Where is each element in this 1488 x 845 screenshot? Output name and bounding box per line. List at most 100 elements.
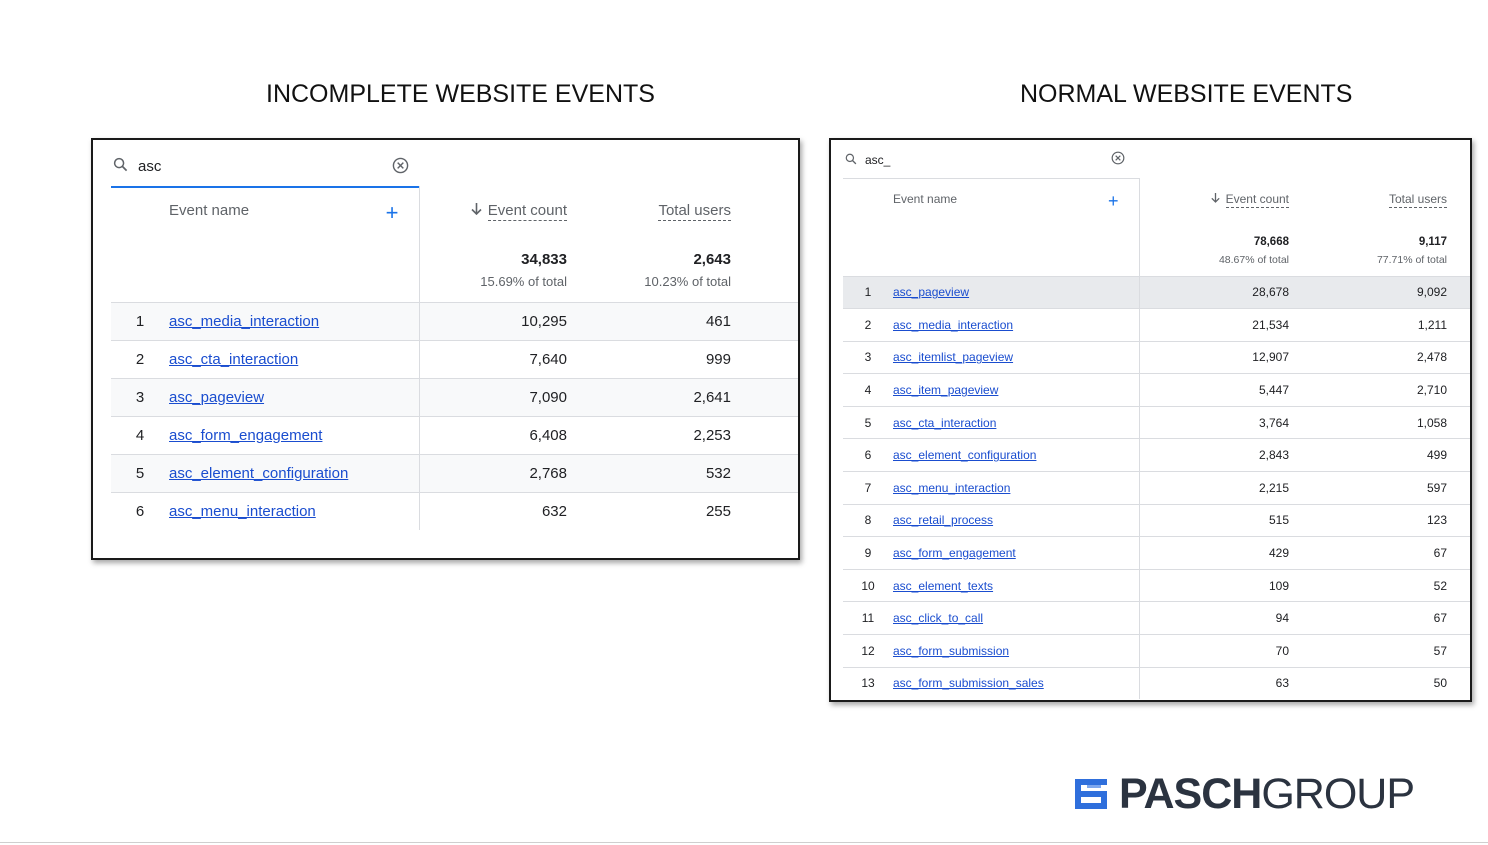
table-row: 3 asc_pageview 7,090 2,641 [111, 377, 798, 416]
row-index: 4 [111, 415, 169, 454]
total-users-value: 9,092 [1289, 275, 1447, 309]
event-name-link[interactable]: asc_form_engagement [893, 546, 1016, 560]
row-spacer [1447, 373, 1470, 407]
table-row: 12 asc_form_submission 70 57 [843, 634, 1470, 668]
event-name-cell: asc_pageview [893, 275, 1140, 309]
event-name-link[interactable]: asc_pageview [893, 285, 969, 299]
table-row: 2 asc_cta_interaction 7,640 999 [111, 339, 798, 378]
row-spacer [1447, 471, 1470, 505]
event-name-link[interactable]: asc_element_texts [893, 579, 993, 593]
plus-icon[interactable]: + [1108, 192, 1119, 210]
total-users-value: 461 [567, 301, 731, 340]
event-name-label: Event name [169, 202, 250, 219]
event-count-value: 21,534 [1139, 308, 1289, 342]
event-name-cell: asc_itemlist_pageview [893, 340, 1140, 374]
event-name-link[interactable]: asc_menu_interaction [893, 481, 1010, 495]
event-name-link[interactable]: asc_cta_interaction [893, 416, 996, 430]
event-name-link[interactable]: asc_click_to_call [893, 611, 983, 625]
logo-text-bold: PASCH [1119, 769, 1262, 818]
total-users-value: 2,253 [567, 415, 731, 454]
paschgroup-logo-mark [1073, 776, 1109, 812]
row-index: 12 [843, 634, 893, 668]
event-name-cell: asc_menu_interaction [893, 471, 1140, 505]
event-name-cell: asc_menu_interaction [169, 491, 420, 530]
event-name-link[interactable]: asc_form_submission [893, 644, 1009, 658]
clear-circle-icon[interactable] [1111, 151, 1125, 169]
event-count-value: 2,215 [1139, 471, 1289, 505]
event-name-link[interactable]: asc_form_engagement [169, 427, 322, 444]
clear-circle-icon[interactable] [392, 157, 409, 179]
search-icon [845, 153, 857, 168]
row-spacer [731, 453, 798, 492]
table-row: 10 asc_element_texts 109 52 [843, 568, 1470, 602]
event-name-link[interactable]: asc_item_pageview [893, 383, 998, 397]
event-name-cell: asc_item_pageview [893, 373, 1140, 407]
table-row: 4 asc_form_engagement 6,408 2,253 [111, 415, 798, 454]
total-users-value: 255 [567, 491, 731, 530]
col-header-event-count[interactable]: Event count 78,668 48.67% of total [1139, 178, 1289, 276]
search-field[interactable]: asc [111, 146, 419, 188]
row-spacer [1447, 601, 1470, 635]
table-row: 2 asc_media_interaction 21,534 1,211 [843, 308, 1470, 342]
event-count-value: 12,907 [1139, 340, 1289, 374]
total-users-value: 52 [1289, 568, 1447, 602]
plus-icon[interactable]: + [386, 202, 399, 224]
event-name-cell: asc_element_configuration [893, 438, 1140, 472]
arrow-down-icon [471, 202, 482, 219]
event-name-link[interactable]: asc_retail_process [893, 513, 993, 527]
col-header-event-name: Event name + [893, 178, 1140, 276]
event-name-link[interactable]: asc_cta_interaction [169, 351, 298, 368]
search-icon [113, 157, 128, 176]
event-name-link[interactable]: asc_menu_interaction [169, 503, 316, 520]
row-spacer [731, 491, 798, 530]
event-count-value: 429 [1139, 536, 1289, 570]
event-name-link[interactable]: asc_element_configuration [169, 465, 348, 482]
paschgroup-logo: PASCHGROUP [1073, 769, 1415, 818]
col-header-event-count[interactable]: Event count 34,833 15.69% of total [419, 186, 567, 302]
bottom-divider [0, 842, 1488, 843]
total-event-count: 78,668 [1253, 236, 1289, 248]
event-count-value: 109 [1139, 568, 1289, 602]
col-header-total-users[interactable]: Total users 9,117 77.71% of total [1289, 178, 1447, 276]
event-name-link[interactable]: asc_itemlist_pageview [893, 350, 1013, 364]
col-header-total-users[interactable]: Total users 2,643 10.23% of total [567, 186, 731, 302]
table-row: 11 asc_click_to_call 94 67 [843, 601, 1470, 635]
search-field[interactable]: asc_ [843, 142, 1139, 179]
event-count-value: 7,640 [419, 339, 567, 378]
row-spacer [1447, 536, 1470, 570]
row-index: 1 [111, 301, 169, 340]
event-name-link[interactable]: asc_element_configuration [893, 448, 1036, 462]
table-row: 1 asc_media_interaction 10,295 461 [111, 301, 798, 340]
events-table: Event name + Event count 78,668 48.67% o… [843, 178, 1470, 700]
event-name-cell: asc_pageview [169, 377, 420, 416]
row-spacer [1447, 275, 1470, 309]
search-input[interactable]: asc [138, 158, 161, 175]
normal-events-heading: NORMAL WEBSITE EVENTS [1020, 80, 1353, 108]
event-name-link[interactable]: asc_form_submission_sales [893, 676, 1044, 690]
total-users-value: 1,058 [1289, 405, 1447, 439]
row-index: 8 [843, 503, 893, 537]
event-name-cell: asc_retail_process [893, 503, 1140, 537]
event-count-label: Event count [487, 202, 567, 221]
total-users-value: 50 [1289, 666, 1447, 700]
event-name-cell: asc_click_to_call [893, 601, 1140, 635]
event-name-cell: asc_element_configuration [169, 453, 420, 492]
event-name-link[interactable]: asc_media_interaction [893, 318, 1013, 332]
event-count-value: 5,447 [1139, 373, 1289, 407]
search-input[interactable]: asc_ [865, 153, 890, 167]
total-users-value: 2,641 [567, 377, 731, 416]
total-users-label: Total users [658, 202, 731, 221]
row-spacer [1447, 503, 1470, 537]
row-index: 10 [843, 568, 893, 602]
total-users-value: 57 [1289, 634, 1447, 668]
event-name-link[interactable]: asc_media_interaction [169, 313, 319, 330]
row-spacer [1447, 308, 1470, 342]
row-index: 1 [843, 275, 893, 309]
event-name-link[interactable]: asc_pageview [169, 389, 264, 406]
table-row: 1 asc_pageview 28,678 9,092 [843, 275, 1470, 309]
table-row: 9 asc_form_engagement 429 67 [843, 536, 1470, 570]
table-row: 6 asc_element_configuration 2,843 499 [843, 438, 1470, 472]
table-row: 6 asc_menu_interaction 632 255 [111, 491, 798, 530]
row-index: 2 [111, 339, 169, 378]
events-table: Event name + Event count 34,833 15.69% o… [111, 186, 798, 530]
